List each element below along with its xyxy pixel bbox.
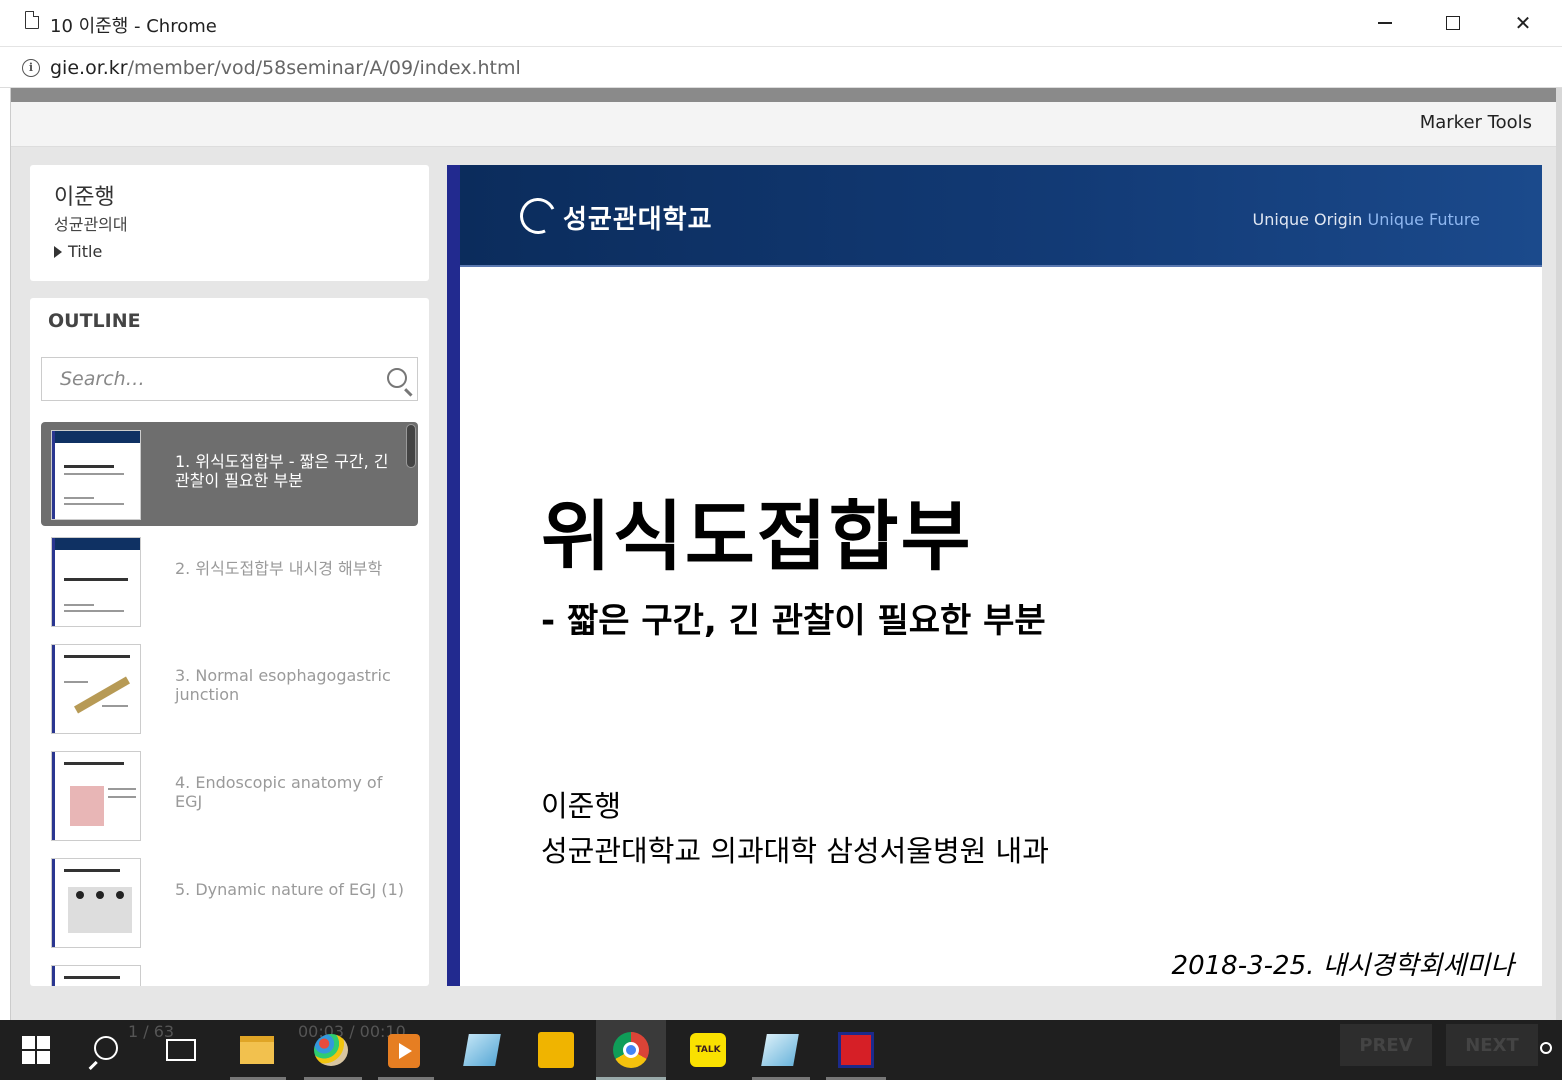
app-glass-icon-2[interactable]: [761, 1034, 799, 1066]
kakaotalk-icon[interactable]: TALK: [690, 1033, 726, 1067]
file-explorer-icon[interactable]: [240, 1036, 274, 1064]
people-tray[interactable]: [1534, 1020, 1562, 1080]
slide-view: 성균관대학교 Unique Origin Unique Future 위식도접합…: [447, 165, 1542, 986]
window-titlebar: 10 이준행 - Chrome ✕: [0, 0, 1562, 46]
search-input[interactable]: [42, 358, 372, 400]
slide-thumbnail: [51, 430, 141, 520]
url-path: /member/vod/58seminar/A/09/index.html: [127, 57, 521, 79]
minimize-button[interactable]: [1350, 0, 1420, 46]
slide-list-label: 5. Dynamic nature of EGJ (1): [175, 880, 404, 899]
close-button[interactable]: ✕: [1488, 0, 1558, 46]
page-icon: [25, 11, 39, 29]
maximize-icon: [1446, 16, 1460, 30]
taskbar-search-icon[interactable]: [94, 1036, 118, 1060]
marker-tools-button[interactable]: Marker Tools: [1420, 112, 1532, 133]
prev-button[interactable]: PREV: [1340, 1024, 1432, 1066]
info-icon[interactable]: i: [22, 59, 40, 77]
page-viewport: Marker Tools 이준행 성균관의대 Title OUTLINE Sea…: [10, 88, 1556, 1020]
presenter-card: 이준행 성균관의대 Title: [30, 165, 429, 281]
search-icon[interactable]: [387, 368, 407, 388]
slide-list-item[interactable]: [41, 957, 418, 986]
slide-list-label: 4. Endoscopic anatomy of EGJ: [175, 773, 383, 811]
presenter-affiliation: 성균관의대: [54, 215, 128, 234]
windows-taskbar: 1 / 63 00:03 / 00:10 PREV NEXT TALK: [0, 1020, 1562, 1080]
slide-tagline: Unique Origin Unique Future: [1253, 210, 1480, 229]
chrome-icon[interactable]: [613, 1032, 649, 1068]
slide-subtitle: - 짧은 구간, 긴 관찰이 필요한 부분: [541, 601, 1046, 641]
next-button[interactable]: NEXT: [1446, 1024, 1538, 1066]
caret-right-icon: [54, 245, 62, 258]
title-toggle-label: Title: [68, 242, 103, 261]
slide-thumbnail: [51, 537, 141, 627]
task-view-icon[interactable]: [166, 1039, 196, 1061]
slide-list-item[interactable]: 2. 위식도접합부 내시경 해부학: [41, 529, 418, 633]
save-app-icon[interactable]: [838, 1032, 874, 1068]
title-toggle[interactable]: Title: [54, 242, 102, 261]
windows-start-icon[interactable]: [22, 1036, 50, 1064]
app-glass-icon[interactable]: [463, 1034, 501, 1066]
slide-list-item[interactable]: 3. Normal esophagogastric junction: [41, 636, 418, 740]
slide-thumbnail: [51, 965, 141, 986]
maximize-button[interactable]: [1418, 0, 1488, 46]
people-icon: [1540, 1042, 1552, 1054]
url-text[interactable]: gie.or.kr/member/vod/58seminar/A/09/inde…: [50, 57, 521, 79]
window-edge: [1556, 88, 1562, 1020]
tagline-future: Unique Future: [1367, 210, 1480, 229]
slide-list-label: 3. Normal esophagogastric junction: [175, 666, 391, 704]
slide-thumbnail: [51, 751, 141, 841]
slide-thumbnail: [51, 644, 141, 734]
slide-list-scrollbar[interactable]: [406, 424, 416, 468]
slide-list-label: 1. 위식도접합부 - 짧은 구간, 긴 관찰이 필요한 부분: [175, 452, 389, 490]
search-box: [41, 357, 418, 401]
outline-heading: OUTLINE: [48, 310, 141, 332]
paint-icon[interactable]: [314, 1034, 348, 1066]
slide-list: 1. 위식도접합부 - 짧은 구간, 긴 관찰이 필요한 부분 2. 위식도접합…: [41, 422, 418, 986]
slide-title: 위식도접합부: [541, 492, 973, 581]
player-toolbar: Marker Tools: [11, 102, 1556, 147]
slide-header: 성균관대학교 Unique Origin Unique Future: [460, 165, 1542, 267]
window-title: 10 이준행 - Chrome: [50, 16, 217, 37]
slide-list-label: 2. 위식도접합부 내시경 해부학: [175, 559, 383, 578]
slide-accent-bar: [447, 165, 460, 986]
people-app-icon[interactable]: [538, 1032, 574, 1068]
slide-date: 2018-3-25. 내시경학회세미나: [1171, 951, 1514, 981]
slide-list-item[interactable]: 4. Endoscopic anatomy of EGJ: [41, 743, 418, 847]
player-footer: [11, 986, 1556, 1020]
media-player-icon[interactable]: [388, 1034, 420, 1068]
minimize-icon: [1378, 22, 1392, 24]
outline-panel: OUTLINE 1. 위식도접합부 - 짧은 구간, 긴 관찰이 필요한 부분: [30, 298, 429, 986]
slide-list-item[interactable]: 1. 위식도접합부 - 짧은 구간, 긴 관찰이 필요한 부분: [41, 422, 418, 526]
close-icon: ✕: [1514, 11, 1532, 35]
slide-list-item[interactable]: 5. Dynamic nature of EGJ (1): [41, 850, 418, 954]
presenter-name: 이준행: [54, 185, 115, 210]
slide-thumbnail: [51, 858, 141, 948]
tagline-origin: Unique Origin: [1252, 210, 1363, 229]
slide-affiliation: 성균관대학교 의과대학 삼성서울병원 내과: [541, 834, 1049, 868]
slide-author: 이준행: [541, 789, 622, 823]
top-strip: [11, 88, 1556, 102]
university-logo-icon: [514, 192, 562, 240]
address-bar[interactable]: i gie.or.kr/member/vod/58seminar/A/09/in…: [0, 46, 1562, 88]
url-host: gie.or.kr: [50, 57, 128, 79]
university-logo-text: 성균관대학교: [563, 205, 713, 235]
